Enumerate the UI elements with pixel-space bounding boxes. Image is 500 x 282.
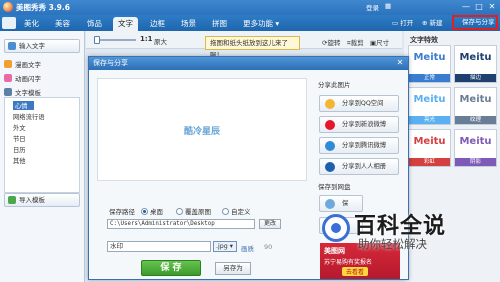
tab-frame[interactable]: 边框 [145, 17, 170, 31]
quality-label[interactable]: 画质 [241, 243, 254, 253]
template-item[interactable]: 节日 [13, 134, 26, 143]
radio-icon [222, 208, 229, 215]
save-button[interactable]: 保 存 [141, 260, 201, 276]
zoom-slider-knob[interactable] [94, 36, 100, 44]
template-item[interactable]: 网络流行语 [13, 112, 44, 121]
text-template-header[interactable]: 文字模板 [4, 87, 41, 97]
input-text-button[interactable]: 输入文字 [4, 39, 80, 53]
tab-more[interactable]: 更多功能 ▾ [238, 17, 284, 31]
template-icon [4, 88, 12, 96]
size-button[interactable]: ▣尺寸 [370, 37, 389, 47]
animated-text-link[interactable]: 动画闪字 [4, 73, 41, 83]
tab-decoration[interactable]: 饰品 [82, 17, 107, 31]
effect-tile[interactable]: Meitu 描边 [454, 45, 497, 83]
path-option-desktop[interactable]: 桌面 [141, 206, 163, 216]
filename-field[interactable]: 水印 [107, 241, 211, 252]
quality-value: 90 [264, 243, 273, 251]
minimize-button[interactable]: — [460, 1, 472, 12]
path-option-overwrite[interactable]: 覆盖原图 [176, 206, 211, 216]
effects-title: 文字特效 [410, 36, 438, 44]
save-path-label: 保存路径 [109, 208, 135, 216]
baike-subtitle: 助你轻松解决 [358, 237, 427, 251]
path-option-custom[interactable]: 自定义 [222, 206, 251, 216]
ad-cta-button[interactable]: 去看看 [342, 267, 369, 276]
maximize-button[interactable]: □ [473, 1, 485, 12]
import-icon [8, 196, 16, 204]
comic-text-link[interactable]: 漫画文字 [4, 59, 41, 69]
share-section-title: 分享此图片 [318, 81, 351, 89]
left-panel: 输入文字 漫画文字 动画闪字 文字模板 心情 网络流行语 外文 节日 日历 其他… [0, 31, 85, 282]
template-item[interactable]: 日历 [13, 145, 26, 154]
tab-text[interactable]: 文字 [113, 17, 138, 31]
effect-tile[interactable]: Meitu 彩虹 [408, 129, 451, 167]
login-link[interactable]: 登录 [366, 2, 379, 12]
save-share-button[interactable]: 保存与分享 [452, 15, 498, 30]
app-logo [3, 2, 13, 12]
template-item[interactable]: 心情 [13, 101, 34, 110]
comic-icon [4, 60, 12, 68]
preview-watermark-text: 酷冷星辰 [183, 127, 220, 137]
effect-tile[interactable]: Meitu 阴影 [454, 129, 497, 167]
crop-button[interactable]: ⌗裁剪 [347, 37, 364, 48]
zoom-value[interactable]: 1:1 [140, 35, 153, 43]
open-button[interactable]: ▭ 打开 [392, 17, 413, 29]
home-icon[interactable] [2, 17, 16, 29]
import-template-button[interactable]: 导入模板 [4, 193, 80, 207]
share-sina-weibo-button[interactable]: 分享到新浪微博 [319, 116, 399, 133]
close-window-button[interactable]: ✕ [486, 1, 498, 12]
cloud-section-title: 保存到网盘 [318, 183, 351, 191]
save-path-field[interactable]: C:\Users\Administrator\Desktop [107, 219, 255, 229]
tencent-weibo-icon [325, 141, 335, 151]
share-qzone-button[interactable]: 分享到QQ空间 [319, 95, 399, 112]
main-tab-bar: 美化 美容 饰品 文字 边框 场景 拼图 更多功能 ▾ ▭ 打开 ⊕ 新建 [0, 15, 500, 31]
baike-logo-icon [322, 214, 350, 242]
effect-tile[interactable]: Meitu 正常 [408, 45, 451, 83]
dialog-title-bar: 保存与分享 ✕ [89, 57, 408, 70]
renren-icon [325, 162, 335, 172]
rotate-button[interactable]: ⟳旋转 [322, 37, 340, 47]
change-path-button[interactable]: 更改 [259, 219, 281, 229]
radio-icon [141, 208, 148, 215]
share-renren-button[interactable]: 分享到人人相册 [319, 158, 399, 175]
image-preview: 酷冷星辰 [97, 78, 307, 181]
original-size-label[interactable]: 原大 [154, 36, 167, 46]
grid-icon[interactable]: ▦ [385, 2, 391, 10]
tab-scene[interactable]: 场景 [176, 17, 201, 31]
effect-tile[interactable]: Meitu 亮光 [408, 87, 451, 125]
text-icon [8, 42, 16, 50]
template-item[interactable]: 其他 [13, 156, 26, 165]
app-window: 美图秀秀 3.9.6 登录 ▦ — □ ✕ 美化 美容 饰品 文字 边框 场景 … [0, 0, 500, 282]
folder-icon: ▭ [392, 19, 401, 27]
tab-beauty[interactable]: 美容 [50, 17, 75, 31]
weibo-icon [325, 120, 335, 130]
plus-icon: ⊕ [422, 19, 430, 27]
effect-tile[interactable]: Meitu 纹理 [454, 87, 497, 125]
template-item[interactable]: 外文 [13, 123, 26, 132]
app-title: 美图秀秀 3.9.6 [16, 3, 70, 12]
save-as-button[interactable]: 另存为 [215, 262, 251, 275]
dialog-close-button[interactable]: ✕ [395, 58, 405, 68]
title-bar: 美图秀秀 3.9.6 登录 ▦ — □ ✕ [0, 0, 500, 15]
drag-tooltip: 拖图和纸头纸放到这儿来了喔！ [205, 36, 300, 59]
qzone-icon [325, 99, 335, 109]
extension-select[interactable]: .jpg ▾ [213, 241, 237, 252]
share-tencent-weibo-button[interactable]: 分享到腾讯微博 [319, 137, 399, 154]
radio-icon [176, 208, 183, 215]
tab-collage[interactable]: 拼图 [207, 17, 232, 31]
sparkle-icon [4, 74, 12, 82]
dialog-title: 保存与分享 [93, 59, 128, 67]
baike-watermark: 百科全说 助你轻松解决 [312, 206, 498, 258]
template-list: 心情 网络流行语 外文 节日 日历 其他 [4, 97, 80, 193]
new-button[interactable]: ⊕ 新建 [422, 17, 443, 29]
zoom-slider[interactable] [94, 36, 136, 44]
tab-beautify[interactable]: 美化 [19, 17, 44, 31]
